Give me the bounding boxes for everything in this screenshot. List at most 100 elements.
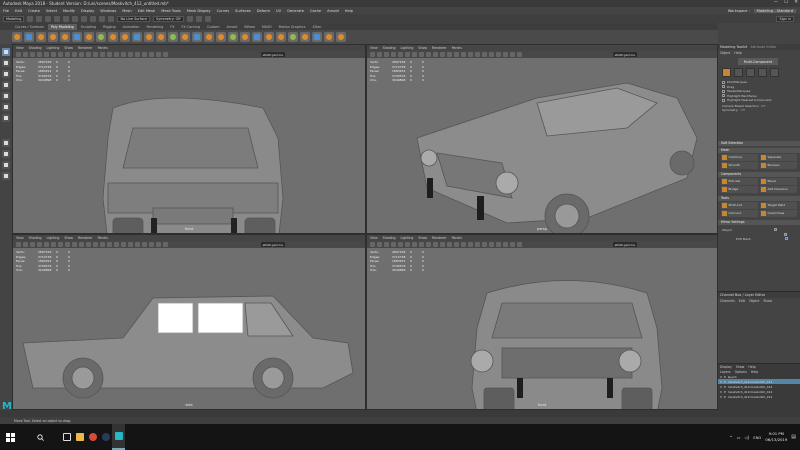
viewport-tool-icon[interactable] <box>517 52 522 57</box>
center-pivot-icon[interactable] <box>336 32 346 42</box>
ipr-render-icon[interactable] <box>195 15 202 22</box>
viewport-tool-icon[interactable] <box>37 52 42 57</box>
menu-curves[interactable]: Curves <box>217 9 229 13</box>
visibility-toggle[interactable]: V <box>720 385 722 389</box>
viewport-tool-icon[interactable] <box>405 52 410 57</box>
viewport-tool-icon[interactable] <box>398 242 403 247</box>
viewport-tool-icon[interactable] <box>114 242 119 247</box>
viewport-tool-icon[interactable] <box>433 242 438 247</box>
last-tool-icon[interactable] <box>2 114 10 122</box>
steam-icon[interactable] <box>99 424 112 450</box>
viewport-tool-icon[interactable] <box>65 52 70 57</box>
select-hierarchy-icon[interactable] <box>63 15 70 22</box>
viewport-menu-view[interactable]: View <box>370 236 378 240</box>
viewport-tool-icon[interactable] <box>100 52 105 57</box>
mirror-settings-section[interactable]: Mirror Settings <box>718 219 800 225</box>
menu-select[interactable]: Select <box>46 9 57 13</box>
soft-selection-section[interactable]: Soft Selection <box>718 140 800 146</box>
toolkit-menu-help[interactable]: Help <box>734 51 741 55</box>
viewport-tool-icon[interactable] <box>391 242 396 247</box>
color-space-dropdown[interactable]: sRGB gamma <box>612 52 637 57</box>
poly-cylinder-icon[interactable] <box>36 32 46 42</box>
smooth-button[interactable]: Smooth <box>721 161 758 169</box>
object-mode-icon[interactable] <box>722 68 731 77</box>
visibility-toggle[interactable]: V <box>720 395 722 399</box>
open-scene-icon[interactable] <box>27 15 34 22</box>
viewport-menu-panels[interactable]: Panels <box>98 46 108 50</box>
outliner-layout-icon[interactable] <box>2 172 10 180</box>
viewport-side-2[interactable]: View Shading Lighting Show Renderer Panels sRG… <box>12 234 366 410</box>
playback-toggle[interactable]: P <box>724 395 726 399</box>
menu-edit-mesh[interactable]: Edit Mesh <box>138 9 156 13</box>
viewport-tool-icon[interactable] <box>377 52 382 57</box>
tray-arrow-icon[interactable]: ^ <box>729 435 732 440</box>
viewport-tool-icon[interactable] <box>86 52 91 57</box>
target-weld-button[interactable]: Target Weld <box>760 201 797 209</box>
viewport-tool-icon[interactable] <box>503 52 508 57</box>
viewport-tool-icon[interactable] <box>135 242 140 247</box>
viewport-menu-lighting[interactable]: Lighting <box>401 46 414 50</box>
viewport-tool-icon[interactable] <box>114 52 119 57</box>
viewport-menu-show[interactable]: Show <box>418 236 427 240</box>
car-model[interactable] <box>13 58 366 234</box>
viewport-tool-icon[interactable] <box>398 52 403 57</box>
viewport-menu-lighting[interactable]: Lighting <box>401 236 414 240</box>
poly-cone-icon[interactable] <box>48 32 58 42</box>
minimize-button[interactable]: — <box>774 0 779 5</box>
viewport-tool-icon[interactable] <box>426 52 431 57</box>
color-space-dropdown[interactable]: sRGB gamma <box>260 52 285 57</box>
redo-icon[interactable] <box>54 15 61 22</box>
viewport-tool-icon[interactable] <box>79 242 84 247</box>
viewport-tool-icon[interactable] <box>468 52 473 57</box>
vertex-mode-icon[interactable] <box>734 68 743 77</box>
viewport-tool-icon[interactable] <box>51 242 56 247</box>
workspace-dropdown[interactable]: Modeling - Standard <box>753 8 796 13</box>
task-view-icon[interactable] <box>60 424 73 450</box>
viewport-menu-view[interactable]: View <box>370 46 378 50</box>
rotate-tool-icon[interactable] <box>2 92 10 100</box>
menu-set-dropdown[interactable]: Modeling <box>3 15 25 22</box>
viewport-tool-icon[interactable] <box>72 242 77 247</box>
viewport-tool-icon[interactable] <box>489 242 494 247</box>
uv-mode-icon[interactable] <box>770 68 779 77</box>
menu-file[interactable]: File <box>3 9 9 13</box>
viewport-tool-icon[interactable] <box>16 242 21 247</box>
viewport-tool-icon[interactable] <box>72 52 77 57</box>
delete-history-icon[interactable] <box>312 32 322 42</box>
render-settings-icon[interactable] <box>204 15 211 22</box>
viewport-tool-icon[interactable] <box>447 52 452 57</box>
menu-uv[interactable]: UV <box>276 9 281 13</box>
viewport-menu-shading[interactable]: Shading <box>29 46 42 50</box>
poly-plane-icon[interactable] <box>72 32 82 42</box>
viewport-tool-icon[interactable] <box>503 242 508 247</box>
multi-cut-button[interactable]: Multi-Cut <box>721 201 758 209</box>
viewport-tool-icon[interactable] <box>461 242 466 247</box>
multi-component-button[interactable]: Multi-Component <box>738 58 778 65</box>
viewport-tool-icon[interactable] <box>391 52 396 57</box>
viewport-menu-renderer[interactable]: Renderer <box>78 46 93 50</box>
menu-cache[interactable]: Cache <box>310 9 321 13</box>
viewport-menu-lighting[interactable]: Lighting <box>47 236 60 240</box>
single-pane-layout-icon[interactable] <box>2 139 10 147</box>
viewport-tool-icon[interactable] <box>135 52 140 57</box>
playback-toggle[interactable]: P <box>724 385 726 389</box>
add-divisions-button[interactable]: Add Divisions <box>760 185 797 193</box>
option-checkbox[interactable] <box>722 80 725 84</box>
viewport-tool-icon[interactable] <box>461 52 466 57</box>
paint-select-icon[interactable] <box>2 70 10 78</box>
target-weld-icon[interactable] <box>204 32 214 42</box>
viewport-tool-icon[interactable] <box>440 52 445 57</box>
viewport-tool-icon[interactable] <box>163 52 168 57</box>
select-object-icon[interactable] <box>72 15 79 22</box>
selection-option[interactable]: Highlight Nearest Component <box>722 98 800 103</box>
viewport-tool-icon[interactable] <box>121 52 126 57</box>
viewport-tool-icon[interactable] <box>440 242 445 247</box>
edge-mode-icon[interactable] <box>746 68 755 77</box>
viewport-tool-icon[interactable] <box>128 242 133 247</box>
car-model[interactable] <box>367 58 718 234</box>
viewport-menu-show[interactable]: Show <box>418 46 427 50</box>
lasso-tool-icon[interactable] <box>2 59 10 67</box>
viewport-tool-icon[interactable] <box>433 52 438 57</box>
viewport-tool-icon[interactable] <box>65 242 70 247</box>
viewport-tool-icon[interactable] <box>86 242 91 247</box>
